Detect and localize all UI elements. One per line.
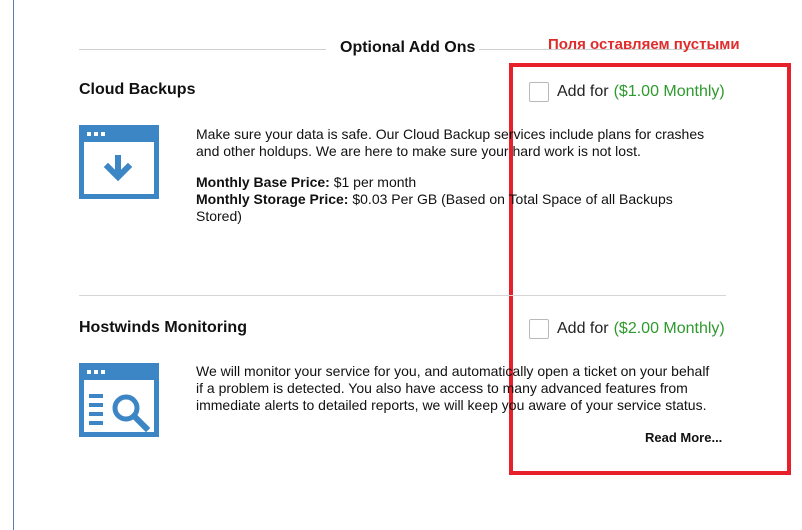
page-frame-border <box>13 0 14 530</box>
detail-label: Monthly Storage Price: <box>196 191 349 207</box>
option-price: ($1.00 Monthly) <box>613 83 725 100</box>
option-label: Add for <box>557 320 609 337</box>
add-cloud-backups-checkbox[interactable] <box>529 82 549 102</box>
detail-value: $1 per month <box>333 174 417 190</box>
addon-title-cloud-backups: Cloud Backups <box>79 81 196 98</box>
monitoring-search-icon <box>79 363 159 437</box>
addon-description-hostwinds-monitoring: We will monitor your service for you, an… <box>196 363 716 428</box>
addon-title-hostwinds-monitoring: Hostwinds Monitoring <box>79 319 247 336</box>
option-label: Add for <box>557 83 609 100</box>
cloud-backup-download-icon <box>79 125 159 199</box>
add-hostwinds-monitoring-checkbox[interactable] <box>529 319 549 339</box>
section-title: Optional Add Ons <box>340 39 476 56</box>
addon-divider <box>79 295 726 296</box>
addon-option-cloud-backups[interactable]: Add for ($1.00 Monthly) <box>529 82 725 102</box>
detail-label: Monthly Base Price: <box>196 174 330 190</box>
read-more-link[interactable]: Read More... <box>645 430 722 445</box>
option-price: ($2.00 Monthly) <box>613 320 725 337</box>
detail-base-price: Monthly Base Price: $1 per month <box>196 174 716 191</box>
header-rule-left <box>79 49 326 50</box>
addon-description-text: We will monitor your service for you, an… <box>196 363 710 413</box>
annotation-label: Поля оставляем пустыми <box>548 36 740 53</box>
detail-storage-price: Monthly Storage Price: $0.03 Per GB (Bas… <box>196 191 716 225</box>
addon-option-hostwinds-monitoring[interactable]: Add for ($2.00 Monthly) <box>529 319 725 339</box>
addon-description-cloud-backups: Make sure your data is safe. Our Cloud B… <box>196 126 716 225</box>
addon-description-text: Make sure your data is safe. Our Cloud B… <box>196 126 705 159</box>
